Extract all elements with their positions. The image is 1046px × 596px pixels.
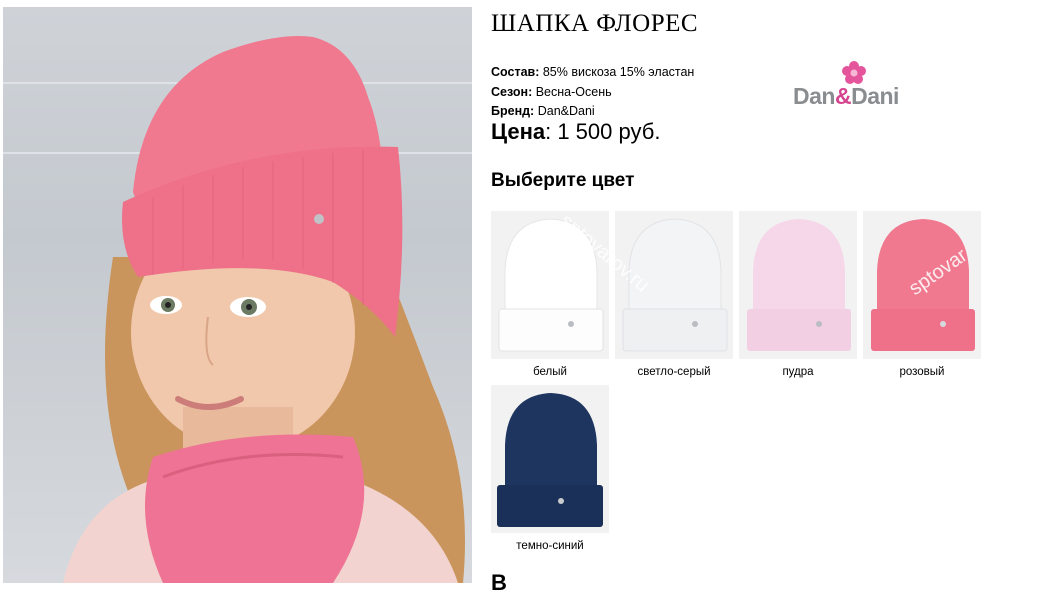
brand-logo-text: Dan&Dani [793, 83, 899, 109]
product-specs: Состав: 85% вискоза 15% эластан Сезон: В… [491, 63, 694, 122]
girl-in-pink-hat-illustration [63, 36, 465, 583]
color-swatch-navy[interactable] [491, 385, 609, 533]
product-main-photo[interactable] [3, 7, 472, 583]
product-price: Цена: 1 500 руб. [491, 119, 660, 145]
color-swatch-powder[interactable] [739, 211, 857, 359]
price-label: Цена [491, 119, 546, 144]
next-section-heading-partial: В [491, 570, 507, 595]
swatch-label-navy[interactable]: темно-синий [491, 540, 609, 552]
swatch-label-white[interactable]: белый [491, 366, 609, 378]
color-picker-heading: Выберите цвет [491, 170, 635, 191]
swatch-label-pink[interactable]: розовый [863, 366, 981, 378]
color-swatch-light-gray[interactable] [615, 211, 733, 359]
price-value: : 1 500 руб. [545, 119, 661, 144]
spec-composition: Состав: 85% вискоза 15% эластан [491, 65, 695, 79]
brand-logo[interactable]: Dan&Dani [793, 60, 928, 112]
color-swatch-pink[interactable] [863, 211, 981, 359]
color-swatch-white[interactable] [491, 211, 609, 359]
swatch-label-light-gray[interactable]: светло-серый [615, 366, 733, 378]
product-title: ШАПКА ФЛОРЕС [491, 10, 699, 37]
swatch-label-powder[interactable]: пудра [739, 366, 857, 378]
spec-season: Сезон: Весна-Осень [491, 84, 612, 99]
